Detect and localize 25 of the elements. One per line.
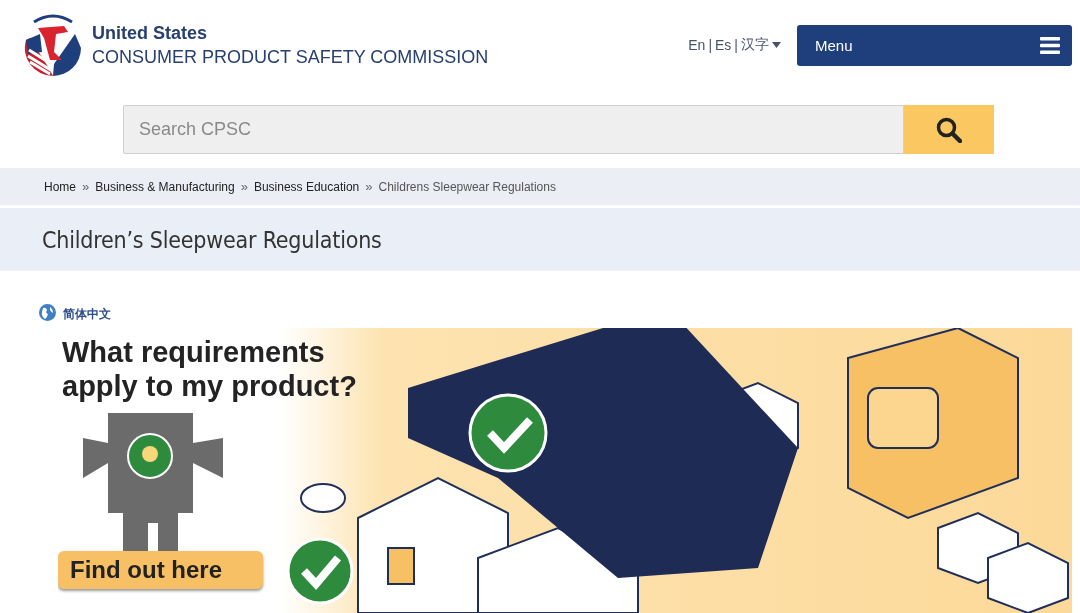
breadcrumb-separator: » bbox=[82, 179, 90, 194]
search-button[interactable] bbox=[904, 105, 994, 154]
banner-headline: What requirements apply to my product? bbox=[62, 335, 358, 403]
find-out-here-button[interactable]: Find out here bbox=[58, 551, 263, 589]
language-separator: | bbox=[734, 37, 738, 53]
globe-icon bbox=[39, 303, 56, 321]
language-link[interactable]: 汉字 bbox=[741, 36, 769, 54]
language-link[interactable]: Es bbox=[715, 37, 732, 53]
agency-name: United States bbox=[92, 22, 209, 44]
language-link[interactable]: En bbox=[688, 37, 706, 53]
language-separator: | bbox=[708, 37, 712, 53]
breadcrumb-current[interactable]: Childrens Sleepwear Regulations bbox=[378, 179, 556, 194]
breadcrumb-separator: » bbox=[240, 179, 248, 194]
chinese-translation-link[interactable]: 简体中文 bbox=[63, 305, 111, 323]
page-title: Children’s Sleepwear Regulations bbox=[42, 226, 382, 253]
breadcrumb-separator: » bbox=[365, 179, 373, 194]
agency-title: CONSUMER PRODUCT SAFETY COMMISSION bbox=[92, 46, 489, 68]
search-field[interactable]: Search CPSC bbox=[123, 105, 904, 154]
breadcrumb-link[interactable]: Business Education bbox=[253, 179, 360, 194]
breadcrumb-link[interactable]: Home bbox=[44, 179, 76, 194]
caret-down-icon[interactable] bbox=[772, 42, 781, 48]
menu-button[interactable]: Menu bbox=[797, 24, 1072, 66]
search-icon bbox=[936, 116, 962, 143]
breadcrumb-link[interactable]: Business & Manufacturing bbox=[95, 179, 235, 194]
hamburger-menu-icon bbox=[1040, 36, 1060, 54]
